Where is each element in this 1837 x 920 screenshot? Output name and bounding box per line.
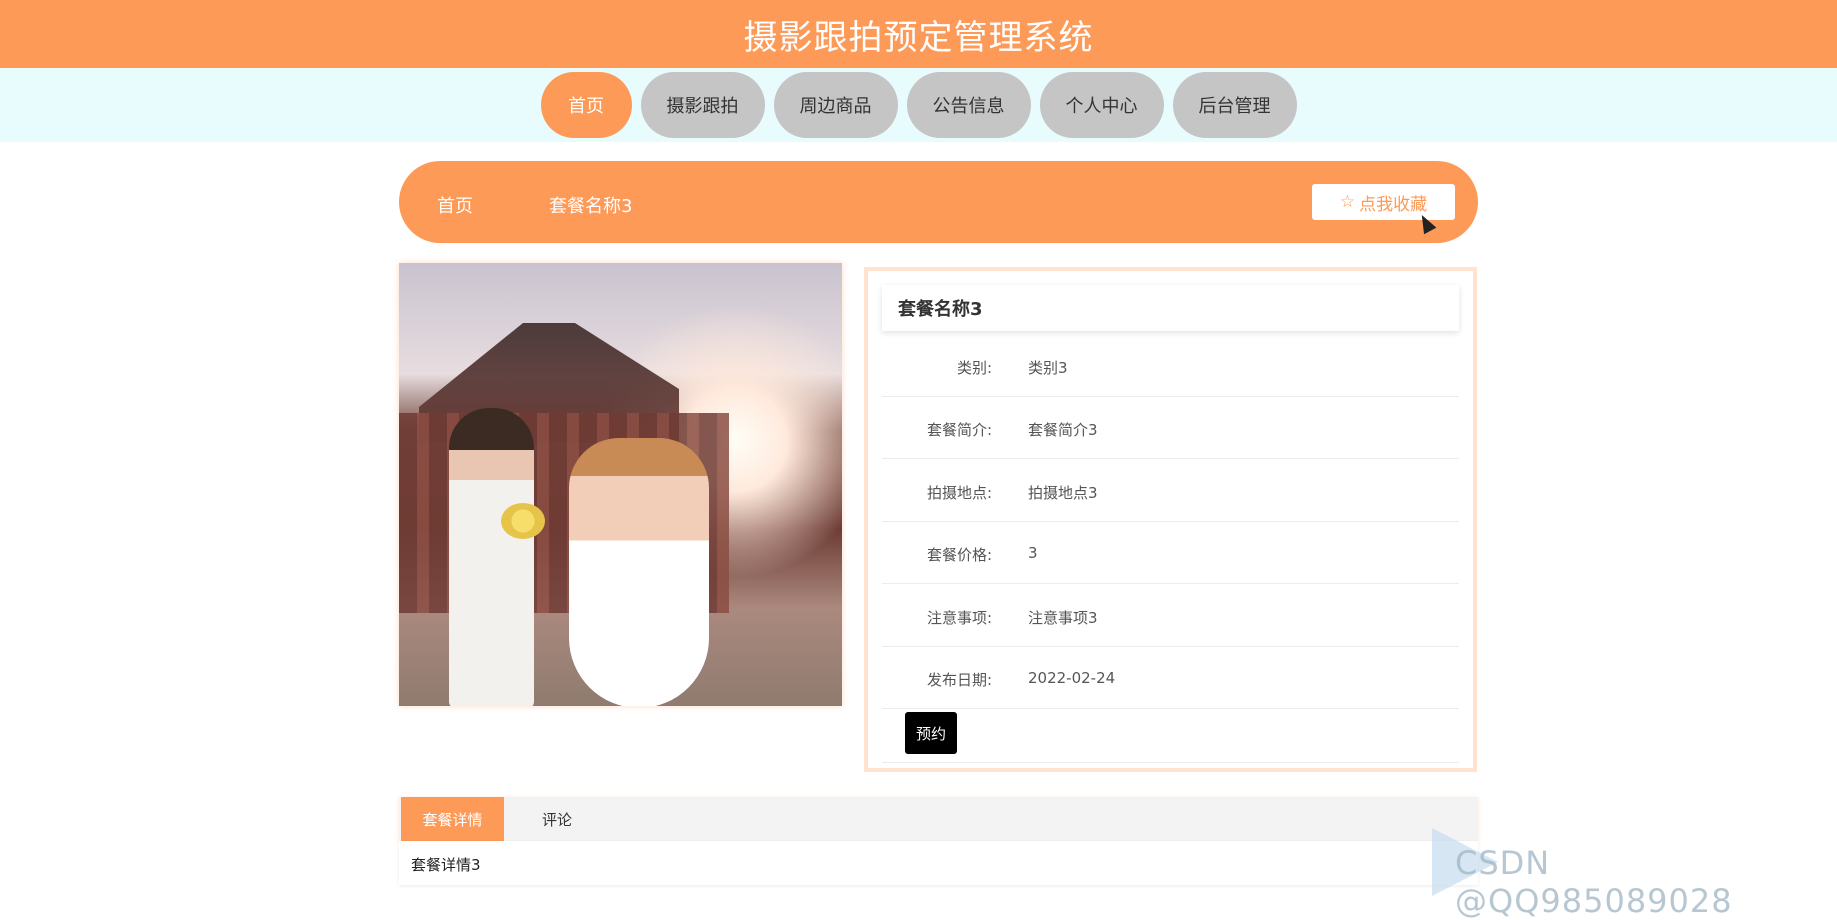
nav-item-admin[interactable]: 后台管理: [1172, 72, 1297, 138]
product-image: [399, 263, 842, 706]
nav-item-photography[interactable]: 摄影跟拍: [640, 72, 765, 138]
info-row-category: 类别: 类别3: [882, 335, 1459, 397]
product-info-panel: 套餐名称3 类别: 类别3 套餐简介: 套餐简介3 拍摄地点: 拍摄地点3 套餐…: [864, 267, 1477, 772]
main-nav: 首页 摄影跟拍 周边商品 公告信息 个人中心 后台管理: [0, 68, 1837, 142]
info-row-date: 发布日期: 2022-02-24: [882, 647, 1459, 709]
info-row-notes: 注意事项: 注意事项3: [882, 585, 1459, 647]
nav-item-announcements[interactable]: 公告信息: [906, 72, 1031, 138]
detail-tabs: 套餐详情 评论: [399, 797, 1478, 841]
star-outline-icon: ☆: [1339, 192, 1356, 212]
info-row-intro: 套餐简介: 套餐简介3: [882, 397, 1459, 459]
breadcrumb-current: 套餐名称3: [549, 196, 633, 217]
nav-item-profile[interactable]: 个人中心: [1039, 72, 1164, 138]
divider: [882, 762, 1459, 763]
breadcrumb-home[interactable]: 首页: [437, 192, 473, 218]
field-value: 类别3: [1028, 359, 1068, 377]
page-header: 摄影跟拍预定管理系统: [0, 0, 1837, 68]
field-value: 拍摄地点3: [1028, 484, 1098, 502]
tab-content: 套餐详情3: [399, 841, 1478, 885]
collect-button[interactable]: ☆ 点我收藏: [1312, 184, 1455, 220]
field-label: 套餐简介:: [926, 421, 992, 439]
breadcrumb: 首页 套餐名称3 ☆ 点我收藏: [399, 161, 1478, 243]
field-label: 类别:: [956, 359, 992, 377]
field-label: 拍摄地点:: [926, 484, 992, 502]
site-title: 摄影跟拍预定管理系统: [743, 17, 1094, 58]
field-label: 注意事项:: [926, 609, 992, 627]
tab-comments[interactable]: 评论: [504, 797, 610, 841]
nav-item-home[interactable]: 首页: [540, 72, 632, 138]
info-row-price: 套餐价格: 3: [882, 522, 1459, 584]
product-title: 套餐名称3: [882, 285, 1459, 331]
field-value: 3: [1028, 544, 1038, 562]
field-value: 2022-02-24: [1028, 669, 1116, 687]
nav-item-products[interactable]: 周边商品: [773, 72, 898, 138]
collect-label: 点我收藏: [1359, 194, 1428, 215]
watermark: CSDN @QQ985089028: [1455, 844, 1733, 920]
tab-details[interactable]: 套餐详情: [401, 797, 504, 841]
field-label: 套餐价格:: [926, 546, 992, 564]
book-button[interactable]: 预约: [905, 712, 957, 754]
info-row-location: 拍摄地点: 拍摄地点3: [882, 460, 1459, 522]
field-value: 套餐简介3: [1028, 421, 1098, 439]
field-value: 注意事项3: [1028, 609, 1098, 627]
field-label: 发布日期:: [926, 671, 992, 689]
